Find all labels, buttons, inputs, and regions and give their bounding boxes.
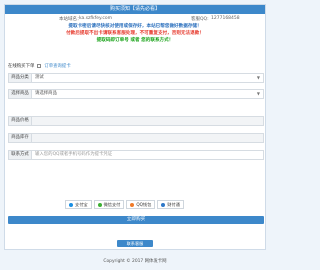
card-header: 购买须知【请先必看】 — [5, 5, 265, 14]
site-value: ka.szfkfey.com — [79, 16, 113, 21]
alipay-icon — [69, 202, 73, 207]
category-value: 测试 — [35, 75, 44, 80]
price-label: 商品价格 — [8, 116, 32, 126]
contact-label: 联系方式 — [8, 150, 32, 160]
pay-qq-label: QQ钱包 — [136, 202, 152, 207]
pay-qq-button[interactable]: QQ钱包 — [126, 200, 156, 209]
price-display — [32, 116, 264, 126]
header-title: 购买须知【请先必看】 — [109, 6, 160, 12]
product-field: 选择商品 请选择商品 ▼ — [8, 89, 264, 99]
qq-wallet-icon — [130, 202, 135, 207]
stock-field: 商品库存 — [8, 133, 264, 143]
order-type-label: 在线购买下单 — [8, 63, 35, 69]
product-label: 选择商品 — [8, 89, 32, 99]
qq-label: 客服QQ: — [191, 17, 209, 22]
pay-wechat-button[interactable]: 微信支付 — [93, 200, 125, 209]
chevron-down-icon: ▼ — [256, 91, 260, 96]
contact-input[interactable]: 输入您的QQ或者手机号码作为提卡凭证 — [32, 150, 264, 160]
category-field: 商品分类 测试 ▼ — [8, 73, 264, 83]
tenpay-icon — [161, 202, 166, 207]
order-type-line: 在线购买下单 订单查询提卡 — [8, 62, 71, 69]
notice-refund: 付款后提取不出卡请联系客服处理，不可重复支付，否则无法退款！ — [66, 31, 204, 36]
site-info-row: 本站域名： ka.szfkfey.com 客服QQ: 1277168458 — [5, 14, 265, 22]
buy-now-button[interactable]: 立即购买 — [8, 216, 264, 224]
wechat-icon — [97, 202, 102, 207]
notice-save: 提取卡密后请尽快核对使用或保存好，本站已帮您做好数据存储！ — [68, 24, 202, 29]
purchase-card: 购买须知【请先必看】 本站域名： ka.szfkfey.com 客服QQ: 12… — [4, 4, 266, 250]
chevron-down-icon: ▼ — [256, 75, 260, 80]
pay-alipay-button[interactable]: 支付宝 — [65, 200, 92, 209]
contact-support-button[interactable]: 联系客服 — [117, 240, 153, 247]
pay-tenpay-label: 财付通 — [167, 202, 180, 207]
qq-value: 1277168458 — [211, 16, 240, 21]
product-select[interactable]: 请选择商品 ▼ — [32, 89, 264, 99]
contact-field: 联系方式 输入您的QQ或者手机号码作为提卡凭证 — [8, 150, 264, 160]
price-field: 商品价格 — [8, 116, 264, 126]
payment-methods: 支付宝 微信支付 QQ钱包 财付通 — [65, 200, 184, 209]
pay-alipay-label: 支付宝 — [75, 202, 88, 207]
pay-wechat-label: 微信支付 — [103, 202, 121, 207]
stock-display — [32, 133, 264, 143]
order-query-checkbox[interactable] — [37, 63, 42, 68]
stock-label: 商品库存 — [8, 133, 32, 143]
category-select[interactable]: 测试 ▼ — [32, 73, 264, 83]
copyright: Copyright © 2017 网体发卡网 — [103, 259, 167, 264]
product-value: 请选择商品 — [35, 91, 57, 96]
category-label: 商品分类 — [8, 73, 32, 83]
pay-tenpay-button[interactable]: 财付通 — [157, 200, 184, 209]
notice-code: 提取码即订单号 或者 您的联系方式！ — [96, 38, 174, 43]
order-query-link[interactable]: 订单查询提卡 — [44, 63, 70, 69]
